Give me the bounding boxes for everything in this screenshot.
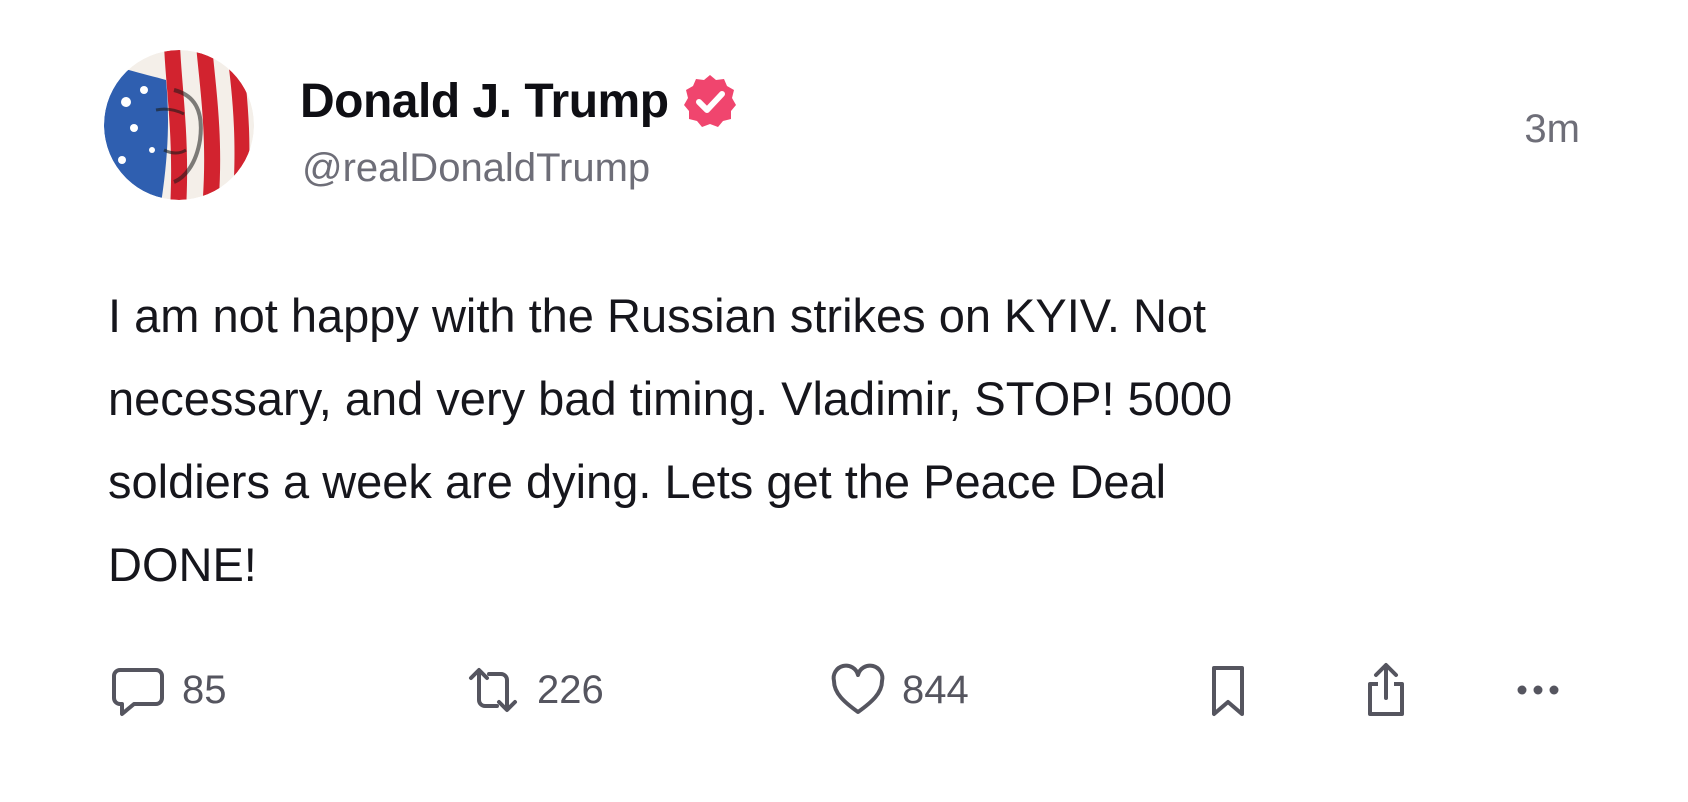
- like-button[interactable]: 844: [828, 658, 969, 722]
- more-dots-icon: [1517, 685, 1559, 695]
- reply-button[interactable]: 85: [108, 658, 227, 722]
- like-count: 844: [902, 667, 969, 712]
- bookmark-button[interactable]: [1198, 658, 1258, 722]
- post-body-text: I am not happy with the Russian strikes …: [108, 289, 1233, 591]
- avatar-image: [104, 50, 254, 200]
- heart-icon: [831, 663, 885, 714]
- author-name-row: Donald J. Trump: [300, 68, 739, 134]
- speech-bubble-icon: [112, 668, 164, 716]
- share-icon: [1368, 663, 1404, 716]
- post-timestamp[interactable]: 3m: [1524, 107, 1580, 152]
- retruth-count: 226: [537, 667, 604, 712]
- author-display-name[interactable]: Donald J. Trump: [300, 74, 669, 129]
- verified-badge-icon: [683, 75, 736, 127]
- post-card: Donald J. Trump @realDonaldTrump 3m I am…: [0, 0, 1688, 802]
- avatar[interactable]: [104, 50, 254, 200]
- more-options-button[interactable]: [1513, 658, 1563, 722]
- reply-count: 85: [182, 667, 227, 712]
- retruth-button[interactable]: 226: [463, 658, 604, 722]
- author-handle[interactable]: @realDonaldTrump: [302, 146, 650, 191]
- share-button[interactable]: [1356, 658, 1416, 722]
- action-bar: 85 226 844: [108, 658, 1588, 722]
- bookmark-icon: [1212, 666, 1244, 716]
- repost-arrows-icon: [469, 668, 517, 712]
